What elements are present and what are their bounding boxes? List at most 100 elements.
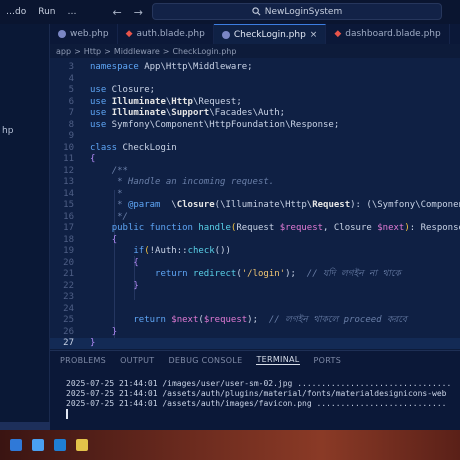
code-text: /** [111,165,128,176]
line-number: 17 [63,223,74,233]
tab-auth-blade-php[interactable]: ◆ auth.blade.php [118,24,214,44]
panel-tab-bar: PROBLEMS OUTPUT DEBUG CONSOLE TERMINAL PORTS [50,351,460,369]
code-line[interactable]: 13 * Handle an incoming request. [50,177,460,188]
line-number: 24 [63,303,74,314]
line-number: 19 [63,246,74,256]
panel-tab-output[interactable]: OUTPUT [120,356,154,365]
code-text: * @param \Closure(\Illuminate\Http\Reque… [117,200,460,210]
code-text: public function handle(Request $request,… [111,223,460,233]
document-icon[interactable] [32,439,44,451]
breadcrumb-item[interactable]: Middleware [114,47,160,56]
breadcrumb-item[interactable]: CheckLogin.php [172,47,236,56]
php-icon [221,30,230,39]
command-center-search[interactable]: NewLoginSystem [152,3,442,20]
code-line[interactable]: 6 use Illuminate\Http\Request; [50,97,460,108]
tab-web-php[interactable]: web.php [50,24,118,44]
line-number: 12 [63,165,74,176]
close-icon[interactable]: × [310,30,318,40]
line-number: 11 [63,154,74,164]
code-line[interactable]: 11 { [50,154,460,165]
laravel-icon: ◆ [334,29,342,39]
line-number: 26 [63,326,74,337]
code-line[interactable]: 4 [50,74,460,85]
search-icon [252,7,261,16]
panel-tab-terminal[interactable]: TERMINAL [256,355,300,365]
line-number: 21 [63,269,74,279]
code-line[interactable]: 12 /** [50,166,460,177]
code-line[interactable]: 20 { [50,258,460,269]
file-explorer-icon[interactable] [10,439,22,451]
code-line[interactable]: 18 { [50,235,460,246]
title-bar: …do Run … ← → NewLoginSystem [0,0,460,24]
code-line[interactable]: 16 */ [50,212,460,223]
tab-checklogin-php[interactable]: CheckLogin.php × [213,24,327,44]
notes-icon[interactable] [76,439,88,451]
code-line[interactable]: 8 use Symfony\Component\HttpFoundation\Re… [50,120,460,131]
menu-item-go[interactable]: …do [0,7,32,17]
code-text: return $next($request); // লগইন থাকলে pr… [133,315,407,325]
code-editor[interactable]: 3 namespace App\Http\Middleware; 4 5 use Clo… [50,58,460,349]
line-number: 6 [68,96,74,107]
code-line[interactable]: 22 } [50,281,460,292]
back-arrow-icon[interactable]: ← [113,6,122,19]
line-number: 14 [63,188,74,199]
code-line[interactable]: 7 use Illuminate\Support\Facades\Auth; [50,108,460,119]
code-line[interactable]: 14 * [50,189,460,200]
code-line[interactable]: 17 public function handle(Request $reque… [50,223,460,234]
code-line[interactable]: 10 class CheckLogin [50,143,460,154]
code-line[interactable]: 23 [50,292,460,303]
terminal-prompt[interactable] [66,409,460,419]
code-text: if(!Auth::check()) [133,246,231,256]
code-line[interactable]: 24 [50,304,460,315]
code-text: } [111,326,118,337]
sidebar-file-item[interactable]: hp [0,126,13,136]
terminal-output[interactable]: 2025-07-25 21:44:01 /images/user/user-sm… [50,369,460,419]
terminal-line: 2025-07-25 21:44:01 /images/user/user-sm… [66,379,452,388]
line-number: 15 [63,200,74,210]
terminal-line: 2025-07-25 21:44:01 /assets/auth/plugins… [66,389,447,398]
laravel-icon: ◆ [125,29,133,39]
code-line[interactable]: 15 * @param \Closure(\Illuminate\Http\Re… [50,200,460,211]
code-line[interactable]: 25 return $next($request); // লগইন থাকলে… [50,315,460,326]
tab-dashboard-blade-php[interactable]: ◆ dashboard.blade.php [326,24,450,44]
code-line[interactable]: 19 if(!Auth::check()) [50,246,460,257]
panel-tab-debug-console[interactable]: DEBUG CONSOLE [168,356,242,365]
code-text: return redirect('/login'); // যদি লগইন ন… [155,269,401,279]
line-number: 27 [63,338,74,348]
code-text: { [133,257,139,268]
bottom-panel: PROBLEMS OUTPUT DEBUG CONSOLE TERMINAL PORTS… [50,350,460,430]
explorer-sidebar: hp [0,24,50,442]
tab-label: auth.blade.php [136,29,205,39]
taskbar [0,430,460,460]
line-number: 10 [63,142,74,153]
line-number: 3 [68,62,74,72]
line-number: 4 [68,73,74,84]
code-text: class CheckLogin [90,142,177,153]
code-line[interactable]: 3 namespace App\Http\Middleware; [50,62,460,73]
code-line[interactable]: 21 return redirect('/login'); // যদি লগই… [50,269,460,280]
line-number: 18 [63,234,74,245]
code-text: use Illuminate\Http\Request; [90,96,242,107]
code-text: { [90,154,96,164]
forward-arrow-icon[interactable]: → [134,6,143,19]
breadcrumb-item[interactable]: Http [84,47,101,56]
code-line[interactable]: 5 use Closure; [50,85,460,96]
line-number: 9 [68,131,74,141]
breadcrumb-item[interactable]: app [56,47,71,56]
code-text: use Closure; [90,85,156,95]
menu-item-more[interactable]: … [62,7,83,17]
vscode-icon[interactable] [54,439,66,451]
code-text: } [90,338,96,348]
panel-tab-problems[interactable]: PROBLEMS [60,356,106,365]
line-number: 25 [63,315,74,325]
code-line[interactable]: 27} [50,338,460,349]
panel-tab-ports[interactable]: PORTS [314,356,342,365]
breadcrumb: app > Http > Middleware > CheckLogin.php [50,44,460,58]
code-line[interactable]: 9 [50,131,460,142]
code-line[interactable]: 26 } [50,327,460,338]
breadcrumb-separator: > [162,46,170,56]
line-number: 8 [68,119,74,130]
line-number: 7 [68,108,74,118]
code-text: */ [117,211,128,222]
menu-item-run[interactable]: Run [32,7,61,17]
